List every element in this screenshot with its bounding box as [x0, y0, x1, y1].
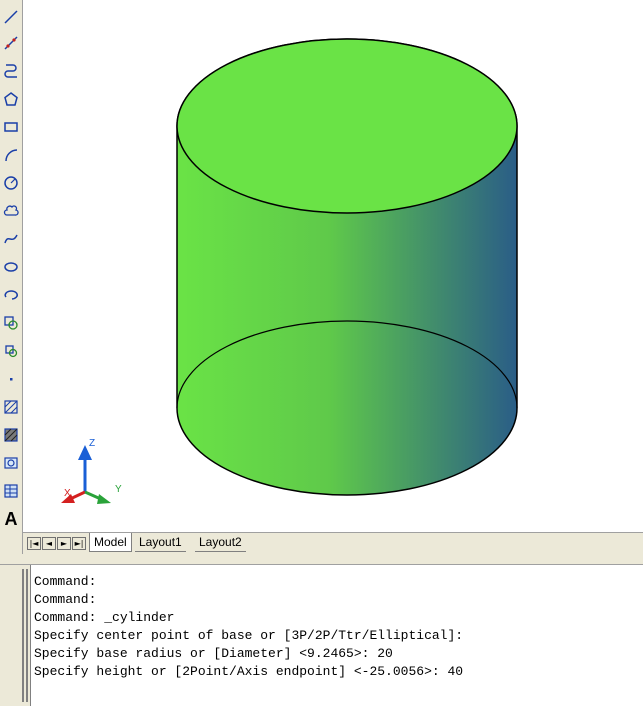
- polyline-icon[interactable]: [2, 62, 20, 80]
- command-line: Specify center point of base or [3P/2P/T…: [34, 628, 464, 643]
- prev-tab-button[interactable]: ◄: [42, 537, 56, 550]
- tab-layout1[interactable]: Layout1: [135, 533, 186, 552]
- command-window-splitter[interactable]: [0, 554, 643, 565]
- polygon-icon[interactable]: [2, 90, 20, 108]
- cylinder-top-face: [176, 38, 518, 214]
- command-line: Specify height or [2Point/Axis endpoint]…: [34, 664, 464, 679]
- ucs-z-label: Z: [89, 438, 95, 449]
- last-tab-button[interactable]: ►|: [72, 537, 86, 550]
- point-icon[interactable]: [2, 370, 20, 388]
- command-window-grip[interactable]: [0, 565, 30, 706]
- arc-icon[interactable]: [2, 146, 20, 164]
- ucs-y-label: Y: [115, 484, 122, 495]
- cylinder-viewport: Z X Y: [61, 38, 518, 504]
- draw-toolbar: A: [0, 0, 20, 565]
- hatch-icon[interactable]: [2, 398, 20, 416]
- revision-cloud-icon[interactable]: [2, 202, 20, 220]
- insert-block-icon[interactable]: [2, 314, 20, 332]
- first-tab-button[interactable]: |◄: [27, 537, 41, 550]
- spline-icon[interactable]: [2, 230, 20, 248]
- multiline-text-icon[interactable]: A: [2, 510, 20, 528]
- multiline-text-label: A: [4, 509, 18, 529]
- ucs-x-label: X: [64, 488, 71, 499]
- ellipse-arc-icon[interactable]: [2, 286, 20, 304]
- command-line-window[interactable]: Command: Command: Command: _cylinder Spe…: [30, 565, 643, 706]
- construction-line-icon[interactable]: [2, 34, 20, 52]
- ellipse-icon[interactable]: [2, 258, 20, 276]
- command-line: Specify base radius or [Diameter] <9.246…: [34, 646, 393, 661]
- gradient-icon[interactable]: [2, 426, 20, 444]
- command-line: Command:: [34, 592, 97, 607]
- ucs-icon: Z X Y: [61, 438, 122, 504]
- table-icon[interactable]: [2, 482, 20, 500]
- command-line: Command: _cylinder: [34, 610, 175, 625]
- circle-icon[interactable]: [2, 174, 20, 192]
- line-icon[interactable]: [2, 8, 20, 26]
- make-block-icon[interactable]: [2, 342, 20, 360]
- command-line: Command:: [34, 574, 97, 589]
- region-icon[interactable]: [2, 454, 20, 472]
- tab-layout2[interactable]: Layout2: [195, 533, 246, 552]
- drawing-canvas[interactable]: Z X Y: [23, 0, 643, 532]
- layout-tab-bar: |◄ ◄ ► ►| Model Layout1 Layout2: [23, 532, 643, 554]
- rectangle-icon[interactable]: [2, 118, 20, 136]
- tab-model[interactable]: Model: [89, 533, 132, 552]
- next-tab-button[interactable]: ►: [57, 537, 71, 550]
